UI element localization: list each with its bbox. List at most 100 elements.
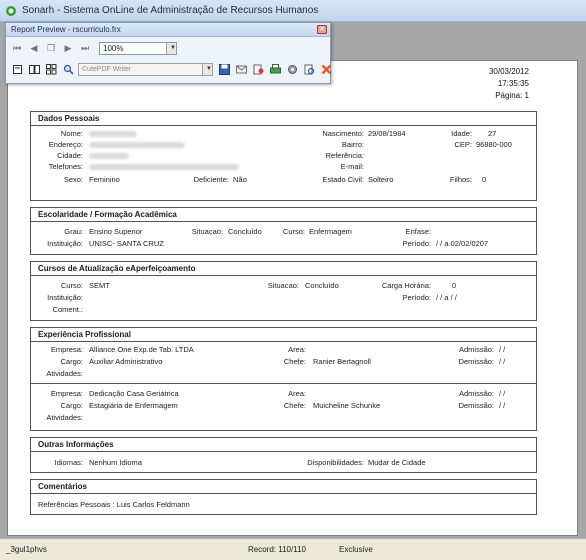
curso-label: Curso:: [282, 227, 305, 236]
search-icon[interactable]: [62, 63, 74, 75]
periodo-label: Período:: [402, 239, 431, 248]
prev-page-icon[interactable]: ◀: [28, 42, 40, 54]
page-setup-icon[interactable]: [303, 63, 315, 75]
app-icon: [5, 5, 17, 17]
status-record: Record: 110/110: [248, 545, 306, 554]
multi-page-icon[interactable]: [45, 63, 57, 75]
section-experiencia: Experiência Profissional Empresa: Allian…: [30, 327, 537, 431]
empresa-value: Alliance One Exp.de Tab. LTDA: [89, 345, 194, 354]
admissao-value: / /: [499, 345, 506, 354]
single-page-icon[interactable]: [11, 63, 23, 75]
atividades-label: Atividades:: [46, 369, 83, 378]
cargo-value: Estagiária de Enfermagem: [89, 401, 178, 410]
telefones-label: Telefones:: [48, 162, 83, 171]
estado-civil-value: Solteiro: [368, 175, 394, 184]
coment-label: Coment.:: [52, 305, 83, 314]
nascimento-label: Nascimento:: [322, 129, 364, 138]
periodo-label: Período:: [402, 293, 431, 302]
empresa-value: Dedicação Casa Geriátrica: [89, 389, 179, 398]
print-icon[interactable]: [269, 63, 281, 75]
curso-value: SEMT: [89, 281, 110, 290]
idiomas-value: Nenhum Idioma: [89, 458, 142, 467]
copy-icon[interactable]: ❐: [45, 42, 57, 54]
printer-select[interactable]: CutePDF Writer ▼: [78, 62, 213, 76]
email-icon[interactable]: [235, 63, 247, 75]
close-preview-icon[interactable]: [320, 63, 332, 75]
chefe-value: Muicheline Schunke: [313, 401, 381, 410]
section-dados-pessoais: Dados Pessoais Nome: Endereço: Cidade: T…: [30, 111, 537, 201]
main-title-bar: Sonarh - Sistema OnLine de Administração…: [0, 0, 586, 22]
status-mode: Exclusive: [339, 545, 373, 554]
section-outras-informacoes: Outras Informações Idiomas: Nenhum Idiom…: [30, 437, 537, 473]
demissao-value: / /: [499, 401, 506, 410]
settings-icon[interactable]: [286, 63, 298, 75]
referencia-label: Referência:: [325, 151, 364, 160]
report-time: 17:35:35: [497, 79, 529, 88]
report-preview-window[interactable]: Report Preview - rscurriculo.frx ✕ ⏮ ◀ ❐…: [5, 22, 331, 84]
status-bar: _3gul1phvs Record: 110/110 Exclusive: [0, 538, 586, 560]
printer-value: CutePDF Writer: [82, 65, 132, 73]
area-label: Area:: [288, 345, 306, 354]
instituicao-label: Instituição:: [47, 239, 83, 248]
cargo-label: Cargo:: [60, 357, 83, 366]
report-date: 30/03/2012: [488, 67, 529, 76]
demissao-label: Demissão:: [458, 357, 494, 366]
cargo-label: Cargo:: [60, 401, 83, 410]
curso-label: Curso:: [60, 281, 83, 290]
section-title: Cursos de Atualização eAperfeiçoamento: [31, 262, 536, 276]
area-label: Area:: [288, 389, 306, 398]
next-page-icon[interactable]: ▶: [62, 42, 74, 54]
estado-civil-label: Estado Civil:: [322, 175, 364, 184]
chefe-label: Chefe:: [283, 357, 306, 366]
section-atualizacao: Cursos de Atualização eAperfeiçoamento C…: [30, 261, 537, 321]
section-escolaridade: Escolaridade / Formação Acadêmica Grau: …: [30, 207, 537, 255]
section-comentarios: Comentários Referências Pessoais : Luis …: [30, 479, 537, 515]
save-icon[interactable]: [218, 63, 230, 75]
admissao-value: / /: [499, 389, 506, 398]
preview-title-bar: Report Preview - rscurriculo.frx ✕: [6, 23, 330, 37]
endereco-label: Endereço:: [48, 140, 83, 149]
comentarios-text: Referências Pessoais : Luis Carlos Feldm…: [38, 500, 190, 509]
close-icon[interactable]: ✕: [317, 25, 327, 34]
report-page-number: Página: 1: [495, 91, 529, 100]
grau-value: Ensino Superior: [89, 227, 143, 236]
section-title: Comentários: [31, 480, 536, 494]
zoom-select[interactable]: 100% ▼: [99, 41, 177, 55]
demissao-value: / /: [499, 357, 506, 366]
two-pages-icon[interactable]: [28, 63, 40, 75]
status-user: _3gul1phvs: [6, 545, 47, 554]
cep-label: CEP:: [454, 140, 472, 149]
grau-label: Grau:: [64, 227, 83, 236]
section-title: Experiência Profissional: [31, 328, 536, 342]
experience-divider: [31, 383, 536, 384]
last-page-icon[interactable]: ⏭: [79, 42, 91, 54]
chevron-down-icon[interactable]: ▼: [202, 63, 212, 75]
preview-title: Report Preview - rscurriculo.frx: [11, 25, 121, 34]
redacted-address: [89, 142, 185, 148]
section-title: Dados Pessoais: [31, 112, 536, 126]
navigation-toolbar: ⏮ ◀ ❐ ▶ ⏭ 100% ▼: [6, 39, 177, 57]
sexo-value: Feminino: [89, 175, 120, 184]
export-icon[interactable]: [252, 63, 264, 75]
demissao-label: Demissão:: [458, 401, 494, 410]
cep-value: 96880-000: [476, 140, 512, 149]
periodo-value: / / a / /: [436, 293, 457, 302]
sexo-label: Sexo:: [63, 175, 83, 184]
instituicao-label: Instituição:: [47, 293, 83, 302]
first-page-icon[interactable]: ⏮: [11, 42, 23, 54]
carga-value: 0: [452, 281, 457, 290]
chefe-label: Chefe:: [283, 401, 306, 410]
situacao-value: Concluído: [228, 227, 262, 236]
idiomas-label: Idiomas:: [54, 458, 83, 467]
admissao-label: Admissão:: [458, 389, 494, 398]
chevron-down-icon[interactable]: ▼: [166, 42, 176, 54]
email-label: E-mail:: [340, 162, 364, 171]
section-title: Escolaridade / Formação Acadêmica: [31, 208, 536, 222]
filhos-label: Filhos:: [449, 175, 472, 184]
enfase-label: Enfase:: [405, 227, 431, 236]
chefe-value: Ranier Bertagnoll: [313, 357, 371, 366]
report-page[interactable]: 30/03/2012 17:35:35 Página: 1 Dados Pess…: [7, 60, 578, 536]
cidade-label: Cidade:: [57, 151, 83, 160]
admissao-label: Admissão:: [458, 345, 494, 354]
idade-value: 27: [488, 129, 497, 138]
